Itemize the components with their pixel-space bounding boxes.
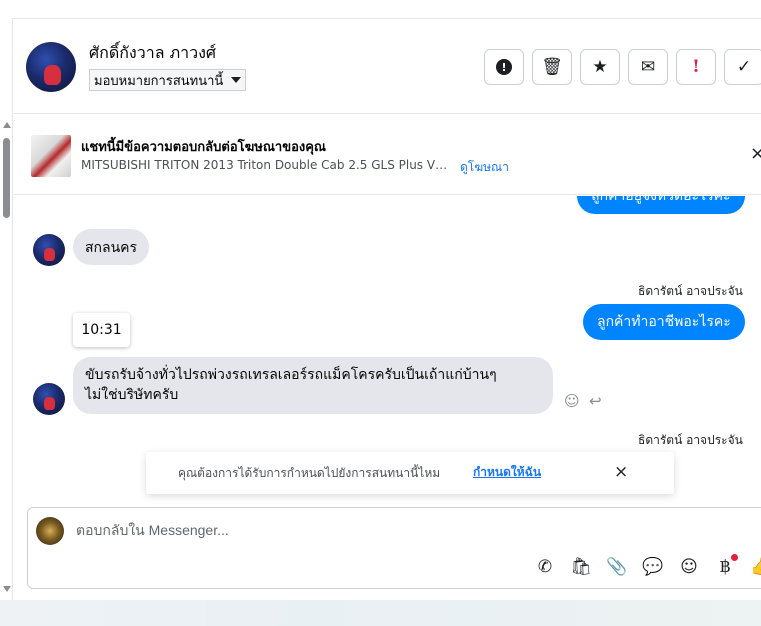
message-line: ขับรถรับจ้างทั่วไปรถพ่วงรถเทรลเลอร์รถแม็… xyxy=(85,367,497,383)
sender-name: ธิดารัตน์ อาจประจัน xyxy=(638,284,743,298)
call-icon[interactable]: ✆ xyxy=(532,554,558,580)
notification-dot xyxy=(731,554,738,561)
reply-composer: ✆ 🛍 📎 💬 ☺ ฿ 👍 xyxy=(27,507,761,589)
page-footer-strip xyxy=(0,600,761,626)
alert-circle-icon: ! xyxy=(496,59,512,75)
star-icon: ★ xyxy=(592,57,608,77)
mark-done-button[interactable]: ✓ xyxy=(724,49,761,85)
contact-avatar[interactable] xyxy=(33,383,65,415)
baht-glyph: ฿ xyxy=(719,557,731,577)
shopping-bag-icon[interactable]: 🛍 xyxy=(568,554,594,580)
baht-payment-icon[interactable]: ฿ xyxy=(712,554,738,580)
outgoing-message[interactable]: ลูกค้าอยู่จังหวัดอะไรคะ xyxy=(577,196,745,214)
page-avatar xyxy=(36,517,64,545)
ad-thumbnail[interactable] xyxy=(31,135,71,177)
view-ad-link[interactable]: ดูโฆษณา xyxy=(460,158,509,177)
timestamp-tooltip: 10:31 xyxy=(73,313,130,347)
exclamation-icon: ! xyxy=(692,57,700,77)
sender-name: ธิดารัตน์ อาจประจัน xyxy=(638,433,743,447)
contact-name[interactable]: ศักดิ์กังวาล ภาวงศ์ xyxy=(89,41,216,66)
spam-button[interactable]: ! xyxy=(676,49,716,85)
conversation-header: ศักดิ์กังวาล ภาวงศ์ มอบหมายการสนทนานี้ !… xyxy=(14,19,761,114)
ad-reference-subtitle: MITSUBISHI TRITON 2013 Triton Double Cab… xyxy=(81,158,451,172)
star-button[interactable]: ★ xyxy=(580,49,620,85)
scroll-thumb[interactable] xyxy=(3,138,10,218)
contact-avatar[interactable] xyxy=(26,42,76,92)
delete-button[interactable]: 🗑 xyxy=(532,49,572,85)
close-icon[interactable]: × xyxy=(750,143,761,164)
paperclip-icon[interactable]: 📎 xyxy=(604,554,630,580)
incoming-message[interactable]: ขับรถรับจ้างทั่วไปรถพ่วงรถเทรลเลอร์รถแม็… xyxy=(73,357,553,414)
trash-icon: 🗑 xyxy=(541,57,563,77)
assign-to-me-link[interactable]: กำหนดให้ฉัน xyxy=(473,463,541,482)
chat-bubble-icon[interactable]: 💬 xyxy=(640,554,666,580)
outgoing-message[interactable]: ลูกค้าทำอาชีพอะไรคะ xyxy=(583,304,745,340)
ad-reference-bar: แชทนี้มีข้อความตอบกลับต่อโฆษณาของคุณ MIT… xyxy=(14,115,761,195)
message-line: ไม่ใช่บริษัทครับ xyxy=(85,387,179,403)
contact-avatar[interactable] xyxy=(33,234,65,266)
assign-reminder-banner: คุณต้องการได้รับการกำหนดไปยังการสนทนานี้… xyxy=(146,452,674,494)
scroll-down-arrow-icon[interactable] xyxy=(3,586,11,592)
thumbs-up-icon[interactable]: 👍 xyxy=(748,554,761,580)
header-actions: ! 🗑 ★ ✉ ! ✓ xyxy=(484,49,761,85)
reply-arrow-icon[interactable]: ↩ xyxy=(589,392,602,410)
composer-tools: ✆ 🛍 📎 💬 ☺ ฿ 👍 xyxy=(532,554,761,580)
assign-label: มอบหมายการสนทนานี้ xyxy=(94,73,224,89)
envelope-icon: ✉ xyxy=(640,57,656,77)
close-icon[interactable]: × xyxy=(614,462,628,482)
ad-reference-title: แชทนี้มีข้อความตอบกลับต่อโฆษณาของคุณ xyxy=(81,140,326,155)
report-button[interactable]: ! xyxy=(484,49,524,85)
emoji-icon[interactable]: ☺ xyxy=(676,554,702,580)
scrollbar[interactable] xyxy=(0,18,13,600)
mark-unread-button[interactable]: ✉ xyxy=(628,49,668,85)
assign-conversation-dropdown[interactable]: มอบหมายการสนทนานี้ xyxy=(89,69,247,91)
reminder-text: คุณต้องการได้รับการกำหนดไปยังการสนทนานี้… xyxy=(178,466,441,480)
incoming-message[interactable]: สกลนคร xyxy=(73,229,150,265)
scroll-up-arrow-icon[interactable] xyxy=(3,122,11,128)
checkmark-icon: ✓ xyxy=(736,57,752,77)
reply-input[interactable] xyxy=(76,522,676,538)
react-emoji-icon[interactable]: ☺ xyxy=(564,392,580,410)
caret-down-icon xyxy=(231,77,242,83)
